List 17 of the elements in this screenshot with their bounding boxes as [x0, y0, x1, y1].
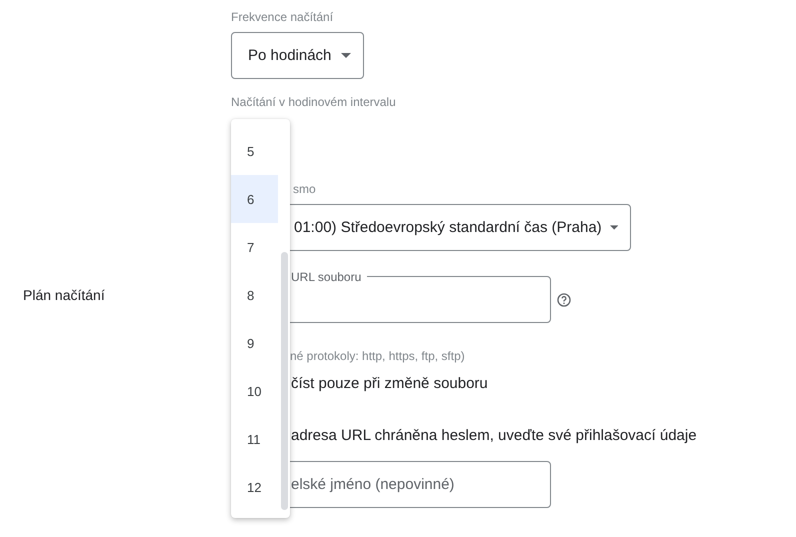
field-label: Frekvence načítání	[231, 9, 334, 25]
frequency-select[interactable]: Po hodinách	[231, 32, 364, 79]
caret-icon	[610, 225, 618, 230]
credentials-note: adresa URL chráněna heslem, uveďte své přihlašovací údaje	[291, 426, 697, 446]
help-icon[interactable]	[557, 292, 571, 306]
field-label: Načítání v hodinovém intervalu	[231, 94, 396, 110]
menu-item[interactable]: 11	[231, 415, 278, 463]
caret-icon	[341, 53, 351, 58]
menu-item[interactable]: 5	[231, 127, 278, 175]
scrollbar-thumb[interactable]	[281, 252, 288, 510]
checkbox-label: číst pouze při změně souboru	[291, 374, 488, 394]
hint-text: né protokoly: http, https, ftp, sftp)	[290, 348, 465, 364]
field-label: smo	[293, 181, 316, 197]
menu-item[interactable]: 12	[231, 463, 278, 511]
menu-item[interactable]: 10	[231, 367, 278, 415]
menu-item[interactable]: 6	[231, 175, 278, 223]
section-label: Plán načítání	[23, 287, 105, 303]
